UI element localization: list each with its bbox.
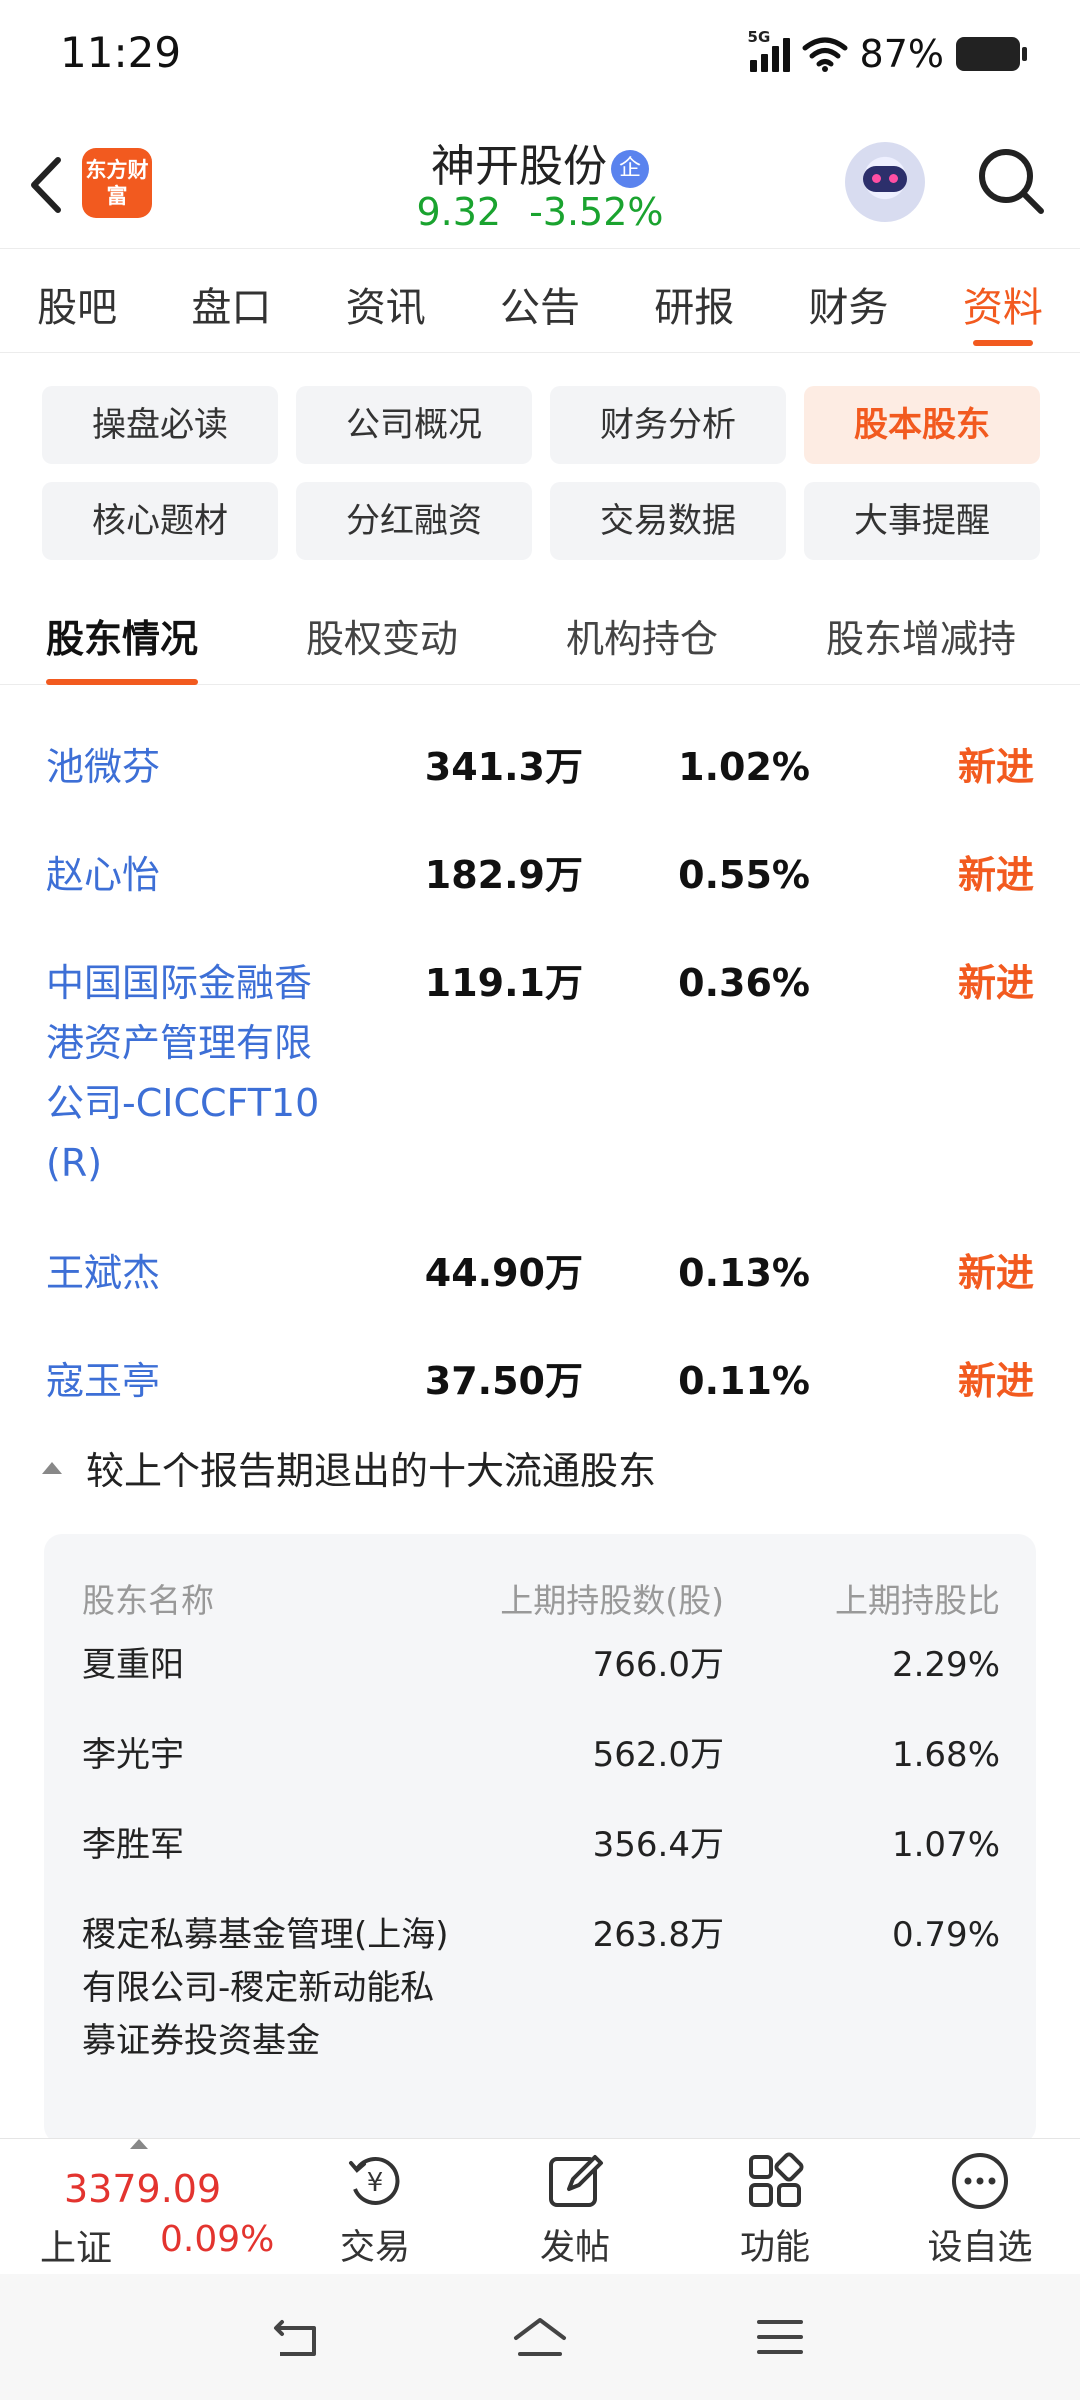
tab-pankou[interactable]: 盘口 <box>154 249 308 352</box>
exited-holder-ratio: 1.68% <box>891 1735 1000 1775</box>
exited-holder-name: 夏重阳 <box>82 1645 184 1685</box>
exited-holder-ratio: 1.07% <box>891 1825 1000 1865</box>
holder-ratio: 0.55% <box>678 853 810 897</box>
nav-menu-icon[interactable] <box>755 2314 805 2360</box>
exited-holder-name: 李胜军 <box>82 1825 184 1865</box>
tab-finance[interactable]: 财务 <box>771 249 925 352</box>
trade-label: 交易 <box>339 2228 410 2268</box>
more-dots-icon <box>952 2153 1008 2209</box>
holder-ratio: 0.36% <box>678 961 810 1005</box>
index-change: 0.09% <box>160 2219 275 2260</box>
svg-text:¥: ¥ <box>367 2168 384 2198</box>
main-tabs: 股吧 盘口 资讯 公告 研报 财务 资料 <box>0 248 1080 353</box>
add-watchlist-label: 设自选 <box>927 2228 1033 2268</box>
functions-label: 功能 <box>739 2228 810 2268</box>
profile-sub-nav: 操盘必读 公司概况 财务分析 股本股东 核心题材 分红融资 交易数据 大事提醒 <box>42 386 1040 560</box>
stock-header: 东方财富 神开股份企 9.32 -3.52% <box>0 120 1080 245</box>
wifi-icon <box>802 37 848 72</box>
cellular-signal-icon: 5G <box>748 28 790 72</box>
tab-guba[interactable]: 股吧 <box>0 249 154 352</box>
bottom-toolbar: 3379.09 上证 0.09% ¥ 交易 发帖 功能 设自选 <box>0 2138 1080 2274</box>
chip-event-reminders[interactable]: 大事提醒 <box>804 482 1040 560</box>
battery-percent: 87% <box>859 32 944 76</box>
tab-announcements[interactable]: 公告 <box>463 249 617 352</box>
functions-button[interactable]: 功能 <box>705 2149 845 2270</box>
exited-holder-shares: 562.0万 <box>592 1735 724 1775</box>
holder-name[interactable]: 中国国际金融香港资产管理有限公司-CICCFT10(R) <box>46 953 346 1193</box>
holder-status: 新进 <box>957 1359 1034 1403</box>
index-value: 3379.09 <box>64 2167 222 2211</box>
column-header-prev-shares: 上期持股数(股) <box>500 1581 724 1620</box>
exited-holders-table: 股东名称 上期持股数(股) 上期持股比 夏重阳 766.0万 2.29% 李光宇… <box>44 1534 1036 2144</box>
holder-status: 新进 <box>957 853 1034 897</box>
status-bar: 11:29 5G 87% <box>0 0 1080 110</box>
holder-shares: 119.1万 <box>424 961 583 1005</box>
exited-holder-name: 稷定私募基金管理(上海)有限公司-稷定新动能私募证券投资基金 <box>82 1915 449 2061</box>
battery-icon <box>956 37 1027 71</box>
exited-holder-shares: 766.0万 <box>592 1645 724 1685</box>
collapse-caret-icon <box>42 1461 62 1474</box>
holder-ratio: 1.02% <box>678 745 810 789</box>
holder-name[interactable]: 王斌杰 <box>46 1243 346 1303</box>
holder-shares: 44.90万 <box>424 1251 583 1295</box>
system-nav-bar <box>0 2274 1080 2400</box>
chip-trading-essentials[interactable]: 操盘必读 <box>42 386 278 464</box>
tab-news[interactable]: 资讯 <box>309 249 463 352</box>
nav-home-icon[interactable] <box>510 2314 570 2360</box>
chip-financial-analysis[interactable]: 财务分析 <box>550 386 786 464</box>
tab-research[interactable]: 研报 <box>617 249 771 352</box>
exited-holder-ratio: 0.79% <box>891 1915 1000 1955</box>
status-time: 11:29 <box>60 28 182 77</box>
tab-profile[interactable]: 资料 <box>926 249 1080 352</box>
tab-institutional-holdings[interactable]: 机构持仓 <box>566 608 718 663</box>
exited-holder-ratio: 2.29% <box>891 1645 1000 1685</box>
holder-shares: 37.50万 <box>424 1359 583 1403</box>
holder-name[interactable]: 寇玉亭 <box>46 1351 346 1411</box>
expand-caret-icon <box>130 2139 148 2149</box>
assistant-robot-icon[interactable] <box>845 142 925 222</box>
holder-shares: 182.9万 <box>424 853 583 897</box>
stock-price: 9.32 <box>416 190 502 234</box>
holder-status: 新进 <box>957 961 1034 1005</box>
column-header-name: 股东名称 <box>82 1581 214 1620</box>
enterprise-badge-icon: 企 <box>611 150 649 188</box>
post-button[interactable]: 发帖 <box>505 2149 645 2270</box>
post-label: 发帖 <box>539 2228 610 2268</box>
holder-ratio: 0.11% <box>678 1359 810 1403</box>
index-name: 上证 <box>40 2228 113 2269</box>
exited-holders-title: 较上个报告期退出的十大流通股东 <box>86 1449 657 1493</box>
holder-name[interactable]: 池微芬 <box>46 737 346 797</box>
holder-status: 新进 <box>957 745 1034 789</box>
chip-share-capital-holders[interactable]: 股本股东 <box>804 386 1040 464</box>
status-icons: 5G 87% <box>748 28 1027 76</box>
trade-button[interactable]: ¥ 交易 <box>305 2149 445 2270</box>
stock-name: 神开股份 <box>431 141 607 192</box>
chip-dividends-financing[interactable]: 分红融资 <box>296 482 532 560</box>
tab-equity-changes[interactable]: 股权变动 <box>306 608 458 663</box>
tab-holder-changes[interactable]: 股东增减持 <box>826 608 1016 663</box>
tab-shareholder-overview[interactable]: 股东情况 <box>46 608 199 685</box>
exited-holder-shares: 263.8万 <box>592 1915 724 1955</box>
holder-name[interactable]: 赵心怡 <box>46 845 346 905</box>
stock-change: -3.52% <box>529 190 664 234</box>
holder-status: 新进 <box>957 1251 1034 1295</box>
trade-icon: ¥ <box>349 2156 400 2205</box>
add-watchlist-button[interactable]: 设自选 <box>910 2149 1050 2270</box>
section-tabs: 股东情况 股权变动 机构持仓 股东增减持 <box>0 590 1080 685</box>
exited-holders-toggle[interactable]: 较上个报告期退出的十大流通股东 <box>42 1440 656 1495</box>
holder-ratio: 0.13% <box>678 1251 810 1295</box>
exited-holder-shares: 356.4万 <box>592 1825 724 1865</box>
edit-post-icon <box>549 2155 603 2207</box>
network-type: 5G <box>747 28 771 46</box>
nav-back-icon[interactable] <box>270 2314 326 2360</box>
search-icon[interactable] <box>975 145 1047 217</box>
holder-shares: 341.3万 <box>424 745 583 789</box>
column-header-prev-ratio: 上期持股比 <box>835 1581 1000 1620</box>
exited-holder-name: 李光宇 <box>82 1735 184 1775</box>
chip-trading-data[interactable]: 交易数据 <box>550 482 786 560</box>
grid-apps-icon <box>749 2152 804 2207</box>
chip-core-themes[interactable]: 核心题材 <box>42 482 278 560</box>
chip-company-overview[interactable]: 公司概况 <box>296 386 532 464</box>
